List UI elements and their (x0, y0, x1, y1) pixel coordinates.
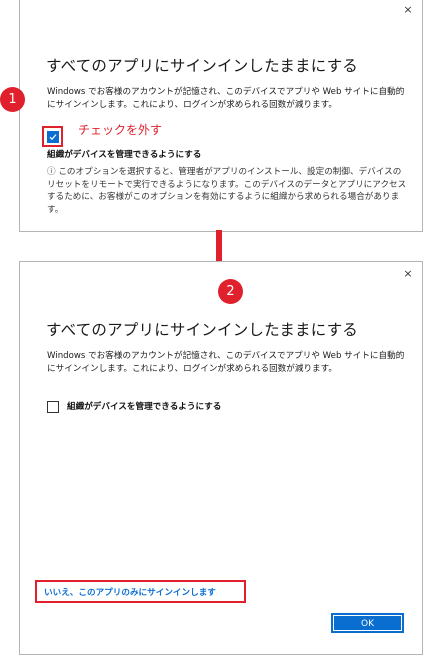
close-icon[interactable]: × (402, 4, 414, 16)
ok-button[interactable]: OK (331, 613, 404, 633)
checkbox-highlight-frame (42, 126, 63, 147)
sign-in-this-app-only-link[interactable]: いいえ、このアプリのみにサインインします (44, 586, 216, 598)
dialog-before: × すべてのアプリにサインインしたままにする Windows でお客様のアカウン… (19, 0, 423, 232)
manage-device-checkbox-unchecked[interactable] (47, 401, 59, 413)
checkbox-label[interactable]: 組織がデバイスを管理できるようにする (47, 148, 201, 160)
checkbox-label[interactable]: 組織がデバイスを管理できるようにする (67, 401, 221, 413)
close-icon[interactable]: × (402, 268, 414, 280)
dialog-description: Windows でお客様のアカウントが記憶され、このデバイスでアプリや Web … (47, 351, 405, 374)
dialog-title: すべてのアプリにサインインしたままにする (46, 57, 358, 75)
uncheck-instruction: チェックを外す (78, 123, 163, 137)
dialog-description: Windows でお客様のアカウントが記憶され、このデバイスでアプリや Web … (47, 87, 405, 110)
step-1-badge: 1 (0, 87, 25, 112)
info-text: ⓘ このオプションを選択すると、管理者がアプリのインストール、設定の制御、デバイ… (47, 167, 407, 215)
dialog-after: × すべてのアプリにサインインしたままにする Windows でお客様のアカウン… (19, 261, 423, 655)
step-2-badge: 2 (218, 279, 243, 304)
dialog-title: すべてのアプリにサインインしたままにする (46, 321, 358, 339)
